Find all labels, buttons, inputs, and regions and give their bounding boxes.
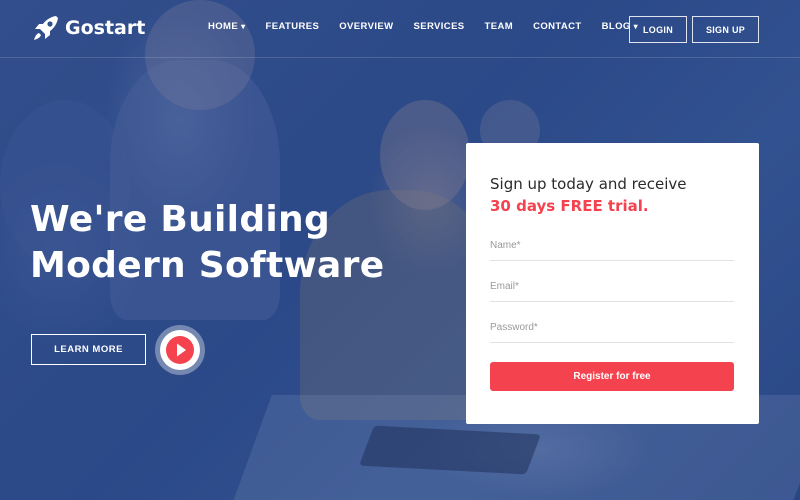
nav-team-label: TEAM [484, 21, 514, 32]
login-button[interactable]: LOGIN [629, 16, 687, 43]
register-button[interactable]: Register for free [490, 362, 734, 391]
brand-logo[interactable]: Gostart [30, 12, 145, 44]
signup-button[interactable]: SIGN UP [692, 16, 759, 43]
signup-title: Sign up today and receive [490, 175, 687, 193]
play-video-button[interactable] [155, 325, 205, 375]
name-field[interactable] [490, 234, 734, 257]
nav-contact-label: CONTACT [533, 21, 582, 32]
email-field[interactable] [490, 275, 734, 298]
nav-services-label: SERVICES [413, 21, 465, 32]
free-trial-highlight: 30 days FREE trial. [490, 197, 649, 215]
play-button-circle[interactable] [160, 330, 200, 370]
nav-features-label: FEATURES [265, 21, 320, 32]
nav-overview-label: OVERVIEW [339, 21, 394, 32]
password-field-wrapper [490, 315, 734, 343]
nav-features[interactable]: FEATURES [266, 21, 320, 32]
nav-blog-label: BLOG [601, 21, 631, 32]
hero-headline-line1: We're Building [30, 199, 331, 240]
email-field-wrapper [490, 274, 734, 302]
nav-contact[interactable]: CONTACT [533, 21, 582, 32]
rocket-icon [34, 16, 58, 40]
nav-home[interactable]: HOME ▾ [208, 21, 246, 32]
nav-overview[interactable]: OVERVIEW [339, 21, 393, 32]
learn-more-button[interactable]: LEARN MORE [31, 334, 146, 365]
signup-form-card: Sign up today and receive 30 days FREE t… [466, 143, 759, 424]
play-icon [166, 336, 194, 364]
top-navbar: Gostart HOME ▾ FEATURES OVERVIEW SERVICE… [0, 0, 800, 58]
nav-team[interactable]: TEAM [485, 21, 514, 32]
name-field-wrapper [490, 233, 734, 261]
nav-services[interactable]: SERVICES [413, 21, 464, 32]
brand-name: Gostart [65, 17, 146, 39]
chevron-down-icon: ▾ [241, 22, 246, 31]
password-field[interactable] [490, 316, 734, 339]
hero-headline: We're Building Modern Software [30, 197, 384, 289]
main-nav: HOME ▾ FEATURES OVERVIEW SERVICES TEAM C… [208, 21, 658, 32]
hero-headline-line2: Modern Software [30, 245, 385, 286]
nav-home-label: HOME [208, 21, 239, 32]
